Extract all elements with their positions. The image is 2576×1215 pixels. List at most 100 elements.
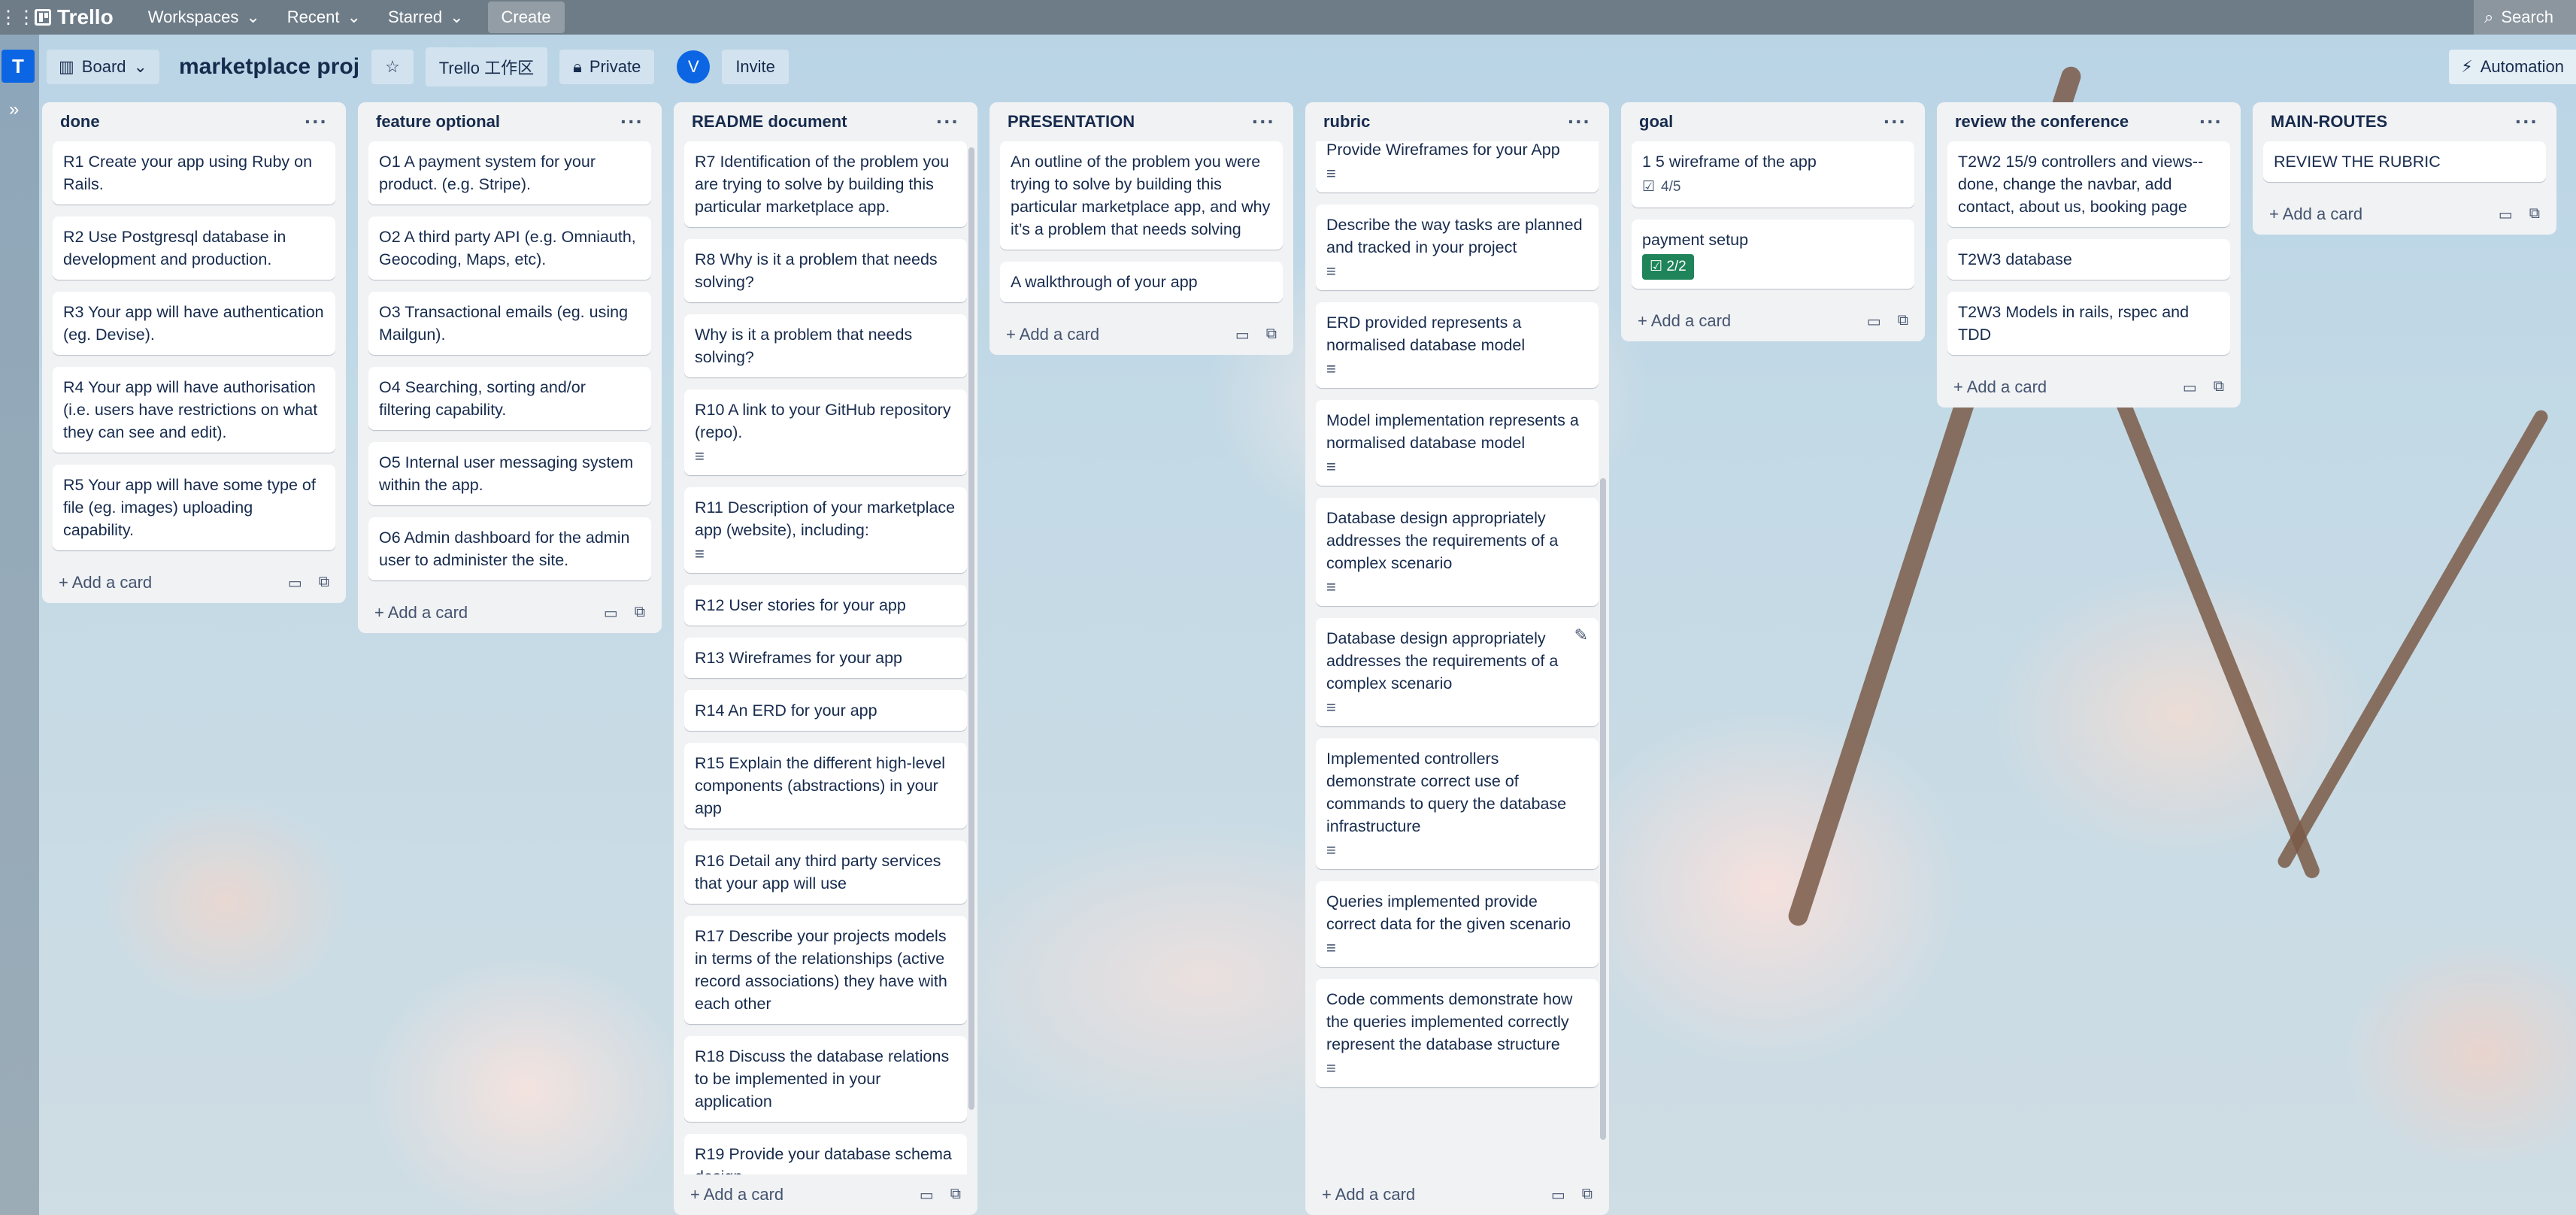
card[interactable]: O6 Admin dashboard for the admin user to… <box>368 517 651 580</box>
card[interactable]: R8 Why is it a problem that needs solvin… <box>684 239 967 302</box>
card[interactable]: R11 Description of your marketplace app … <box>684 487 967 573</box>
card[interactable]: Database design appropriately addresses … <box>1316 498 1599 606</box>
add-card-button[interactable]: + Add a card <box>1638 311 1731 331</box>
list-scrollbar[interactable] <box>1600 478 1606 1140</box>
video-icon[interactable]: ▭ <box>604 604 618 623</box>
card[interactable]: R2 Use Postgresql database in developmen… <box>53 217 335 280</box>
card[interactable]: payment setup ☑ 2/2 <box>1632 220 1914 289</box>
list-title[interactable]: goal <box>1639 112 1673 132</box>
trello-logo[interactable]: Trello <box>35 5 114 29</box>
create-from-template-icon[interactable]: ⧉ <box>1582 1186 1593 1204</box>
create-from-template-icon[interactable]: ⧉ <box>2214 378 2224 397</box>
list-menu-icon[interactable]: ··· <box>1252 110 1275 134</box>
card[interactable]: Model implementation represents a normal… <box>1316 400 1599 486</box>
create-button[interactable]: Create <box>487 2 565 33</box>
video-icon[interactable]: ▭ <box>2499 205 2513 224</box>
list-title[interactable]: feature optional <box>376 112 500 132</box>
list-menu-icon[interactable]: ··· <box>305 110 328 134</box>
workspace-button[interactable]: Trello 工作区 <box>425 47 548 86</box>
create-from-template-icon[interactable]: ⧉ <box>1898 312 1908 331</box>
list-title[interactable]: done <box>60 112 100 132</box>
card[interactable]: R14 An ERD for your app <box>684 690 967 731</box>
create-from-template-icon[interactable]: ⧉ <box>1266 326 1277 344</box>
list-menu-icon[interactable]: ··· <box>936 110 959 134</box>
expand-sidebar-icon[interactable]: » <box>9 99 19 120</box>
video-icon[interactable]: ▭ <box>920 1186 934 1204</box>
list-title[interactable]: rubric <box>1323 112 1370 132</box>
add-card-button[interactable]: + Add a card <box>1322 1185 1415 1204</box>
list-menu-icon[interactable]: ··· <box>2515 110 2538 134</box>
card[interactable]: O1 A payment system for your product. (e… <box>368 141 651 205</box>
video-icon[interactable]: ▭ <box>1551 1186 1565 1204</box>
card[interactable]: Implemented controllers demonstrate corr… <box>1316 738 1599 869</box>
member-avatar[interactable]: V <box>677 50 711 83</box>
create-from-template-icon[interactable]: ⧉ <box>950 1186 961 1204</box>
list-menu-icon[interactable]: ··· <box>2199 110 2223 134</box>
visibility-button[interactable]: 🔒︎ Private <box>559 50 655 84</box>
card[interactable]: T2W3 Models in rails, rspec and TDD <box>1947 292 2230 355</box>
list-menu-icon[interactable]: ··· <box>1884 110 1907 134</box>
video-icon[interactable]: ▭ <box>2183 378 2197 397</box>
card[interactable]: T2W2 15/9 controllers and views--done, c… <box>1947 141 2230 227</box>
card[interactable]: O3 Transactional emails (eg. using Mailg… <box>368 292 651 355</box>
card[interactable]: A walkthrough of your app <box>1000 262 1283 302</box>
star-board-button[interactable]: ☆ <box>371 50 414 84</box>
board-view-switcher[interactable]: ▥ Board ⌄ <box>47 50 159 84</box>
card[interactable]: R17 Describe your projects models in ter… <box>684 916 967 1024</box>
card[interactable]: R7 Identification of the problem you are… <box>684 141 967 227</box>
card[interactable]: Describe the way tasks are planned and t… <box>1316 205 1599 290</box>
create-from-template-icon[interactable]: ⧉ <box>635 604 645 623</box>
card[interactable]: R10 A link to your GitHub repository (re… <box>684 389 967 475</box>
video-icon[interactable]: ▭ <box>288 574 302 592</box>
add-card-button[interactable]: + Add a card <box>374 603 468 623</box>
automation-button[interactable]: ⚡︎ Automation <box>2449 50 2576 84</box>
starred-menu[interactable]: Starred ⌄ <box>374 0 477 35</box>
card[interactable]: O2 A third party API (e.g. Omniauth, Geo… <box>368 217 651 280</box>
video-icon[interactable]: ▭ <box>1867 312 1881 331</box>
list-title[interactable]: review the conference <box>1955 112 2129 132</box>
card[interactable]: O4 Searching, sorting and/or filtering c… <box>368 367 651 430</box>
card[interactable]: R1 Create your app using Ruby on Rails. <box>53 141 335 205</box>
card[interactable]: O5 Internal user messaging system within… <box>368 442 651 505</box>
list-scrollbar[interactable] <box>968 147 974 1110</box>
card[interactable]: R15 Explain the different high-level com… <box>684 743 967 829</box>
card[interactable]: 1 5 wireframe of the app ☑ 4/5 <box>1632 141 1914 208</box>
invite-button[interactable]: Invite <box>722 50 789 84</box>
list-title[interactable]: PRESENTATION <box>1008 112 1135 132</box>
add-card-button[interactable]: + Add a card <box>59 573 152 592</box>
app-switcher-icon[interactable]: ⋮⋮ <box>0 0 35 35</box>
card[interactable]: R18 Discuss the database relations to be… <box>684 1036 967 1122</box>
card[interactable]: T2W3 database <box>1947 239 2230 280</box>
card[interactable]: R12 User stories for your app <box>684 585 967 626</box>
card[interactable]: REVIEW THE RUBRIC <box>2263 141 2546 182</box>
add-card-button[interactable]: + Add a card <box>2269 205 2362 224</box>
list-title[interactable]: MAIN-ROUTES <box>2271 112 2387 132</box>
card[interactable]: Queries implemented provide correct data… <box>1316 881 1599 967</box>
video-icon[interactable]: ▭ <box>1235 326 1250 344</box>
workspace-avatar[interactable]: T <box>2 50 35 83</box>
add-card-button[interactable]: + Add a card <box>690 1185 783 1204</box>
list-menu-icon[interactable]: ··· <box>1568 110 1591 134</box>
edit-pencil-icon[interactable]: ✎ <box>1574 624 1588 647</box>
card[interactable]: R3 Your app will have authentication (eg… <box>53 292 335 355</box>
board-title[interactable]: marketplace proj <box>179 54 359 80</box>
search-input[interactable]: ⌕ Search <box>2474 0 2576 35</box>
add-card-button[interactable]: + Add a card <box>1953 377 2047 397</box>
add-card-button[interactable]: + Add a card <box>1006 325 1099 344</box>
card[interactable]: Why is it a problem that needs solving? <box>684 314 967 377</box>
list-menu-icon[interactable]: ··· <box>620 110 644 134</box>
card[interactable]: R19 Provide your database schema design <box>684 1134 967 1174</box>
create-from-template-icon[interactable]: ⧉ <box>2529 205 2540 224</box>
workspaces-menu[interactable]: Workspaces ⌄ <box>135 0 274 35</box>
card[interactable]: Provide Wireframes for your App ≡ <box>1316 141 1599 192</box>
create-from-template-icon[interactable]: ⧉ <box>319 574 329 592</box>
card[interactable]: R16 Detail any third party services that… <box>684 841 967 904</box>
card[interactable]: R5 Your app will have some type of file … <box>53 465 335 550</box>
card[interactable]: An outline of the problem you were tryin… <box>1000 141 1283 250</box>
card[interactable]: R4 Your app will have authorisation (i.e… <box>53 367 335 453</box>
recent-menu[interactable]: Recent ⌄ <box>274 0 374 35</box>
card[interactable]: R13 Wireframes for your app <box>684 638 967 678</box>
card[interactable]: Code comments demonstrate how the querie… <box>1316 979 1599 1087</box>
card[interactable]: ERD provided represents a normalised dat… <box>1316 302 1599 388</box>
list-title[interactable]: README document <box>692 112 847 132</box>
